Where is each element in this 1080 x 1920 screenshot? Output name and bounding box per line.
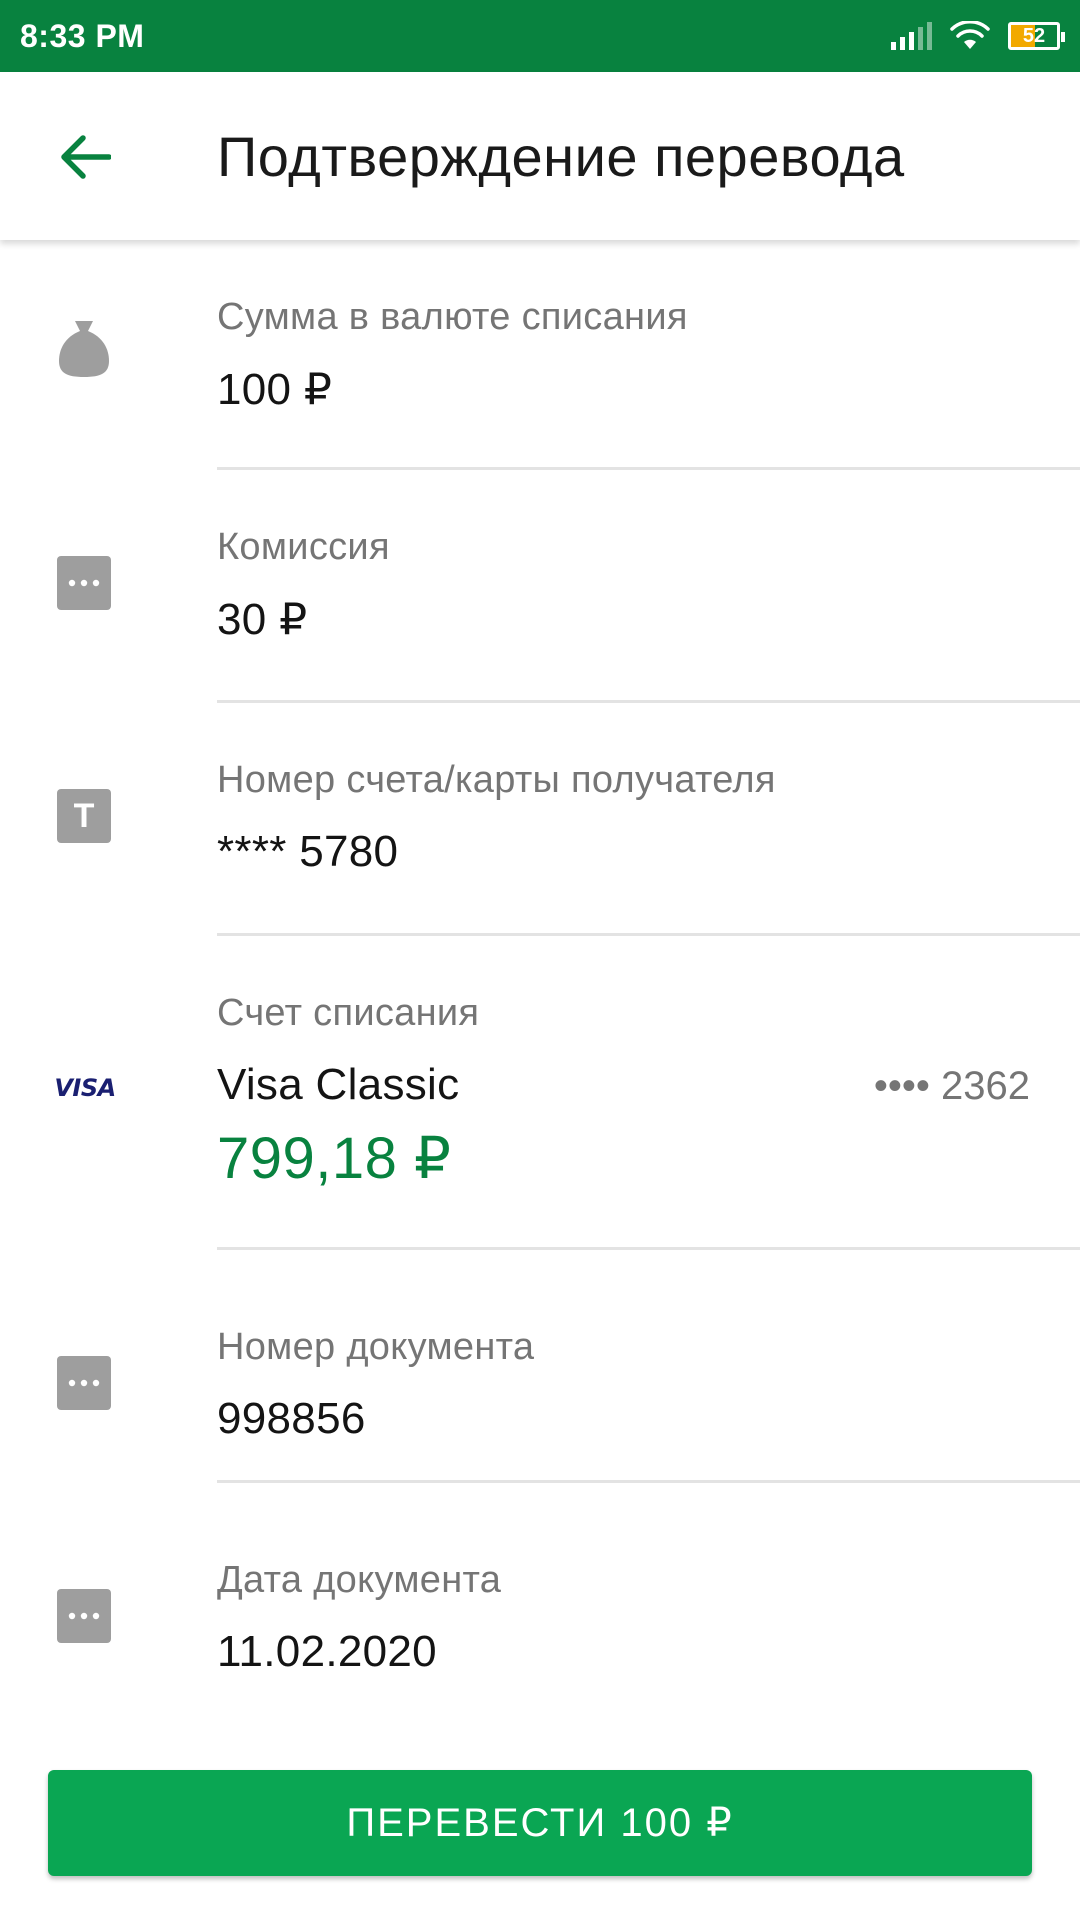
page-title: Подтверждение перевода [217,125,905,188]
transfer-details: Сумма в валюте списания 100 ₽ Комиссия 3… [0,240,1080,1713]
document-date-value: 11.02.2020 [217,1627,437,1676]
status-icons: 52 [891,21,1065,51]
wifi-icon [950,21,990,49]
money-bag-icon [57,321,111,377]
amount-label: Сумма в валюте списания [217,296,688,338]
card-number: •••• 2362 [873,1064,1030,1108]
more-icon [57,1356,111,1410]
app-bar: Подтверждение перевода [0,72,1080,240]
transfer-button[interactable]: ПЕРЕВЕСТИ 100 ₽ [48,1770,1032,1876]
list-item-recipient: T Номер счета/карты получателя **** 5780 [0,703,1080,936]
list-item-document-number: Номер документа 998856 [0,1250,1080,1483]
visa-logo-icon: VISA [52,1061,118,1115]
card-name: Visa Classic [217,1060,460,1109]
more-icon [57,556,111,610]
battery-level: 52 [1022,24,1046,47]
list-item-commission: Комиссия 30 ₽ [0,470,1080,703]
commission-value: 30 ₽ [217,595,308,644]
text-t-glyph: T [57,789,111,843]
document-date-label: Дата документа [217,1559,502,1601]
document-number-label: Номер документа [217,1326,535,1368]
arrow-left-icon [61,135,111,179]
commission-label: Комиссия [217,526,390,568]
back-button[interactable] [50,122,120,192]
battery-icon: 52 [1008,22,1065,50]
list-item-amount: Сумма в валюте списания 100 ₽ [0,240,1080,470]
amount-value: 100 ₽ [217,365,333,414]
list-item-debit-account[interactable]: VISA Счет списания Visa Classic •••• 236… [0,936,1080,1250]
text-t-icon: T [57,789,111,843]
status-bar: 8:33 PM 52 [0,0,1080,72]
list-item-document-date: Дата документа 11.02.2020 [0,1483,1080,1713]
more-icon [57,1589,111,1643]
visa-logo-text: VISA [54,1074,116,1102]
status-time: 8:33 PM [20,17,145,54]
document-number-value: 998856 [217,1394,366,1443]
debit-account-label: Счет списания [217,992,480,1034]
recipient-value: **** 5780 [217,827,399,876]
recipient-label: Номер счета/карты получателя [217,759,776,801]
card-balance: 799,18 ₽ [217,1126,452,1191]
signal-icon [891,22,932,50]
